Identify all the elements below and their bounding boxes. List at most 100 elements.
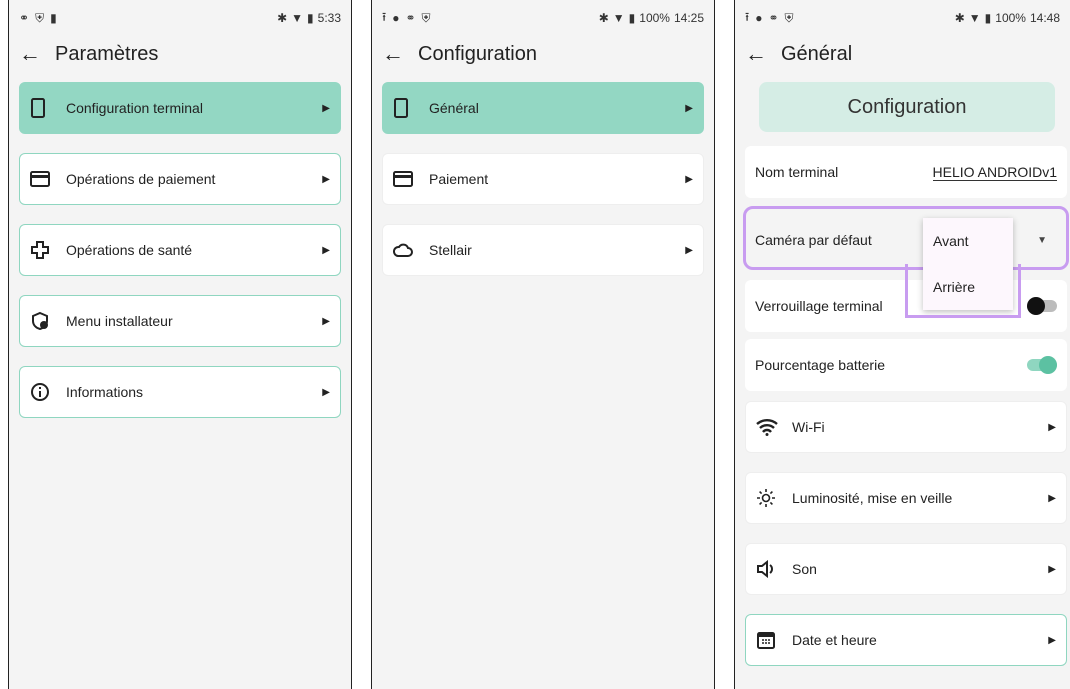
battery-percent: 100% xyxy=(639,11,670,25)
menu-item-label: Date et heure xyxy=(792,632,877,648)
back-arrow-icon[interactable]: ← xyxy=(382,41,418,67)
configuration-screen: ⭱ ● ⚭ ⛨ ✱ ▼ ▮ 100% 14:25 ← Configuration… xyxy=(371,0,715,689)
chevron-right-icon: ▶ xyxy=(322,244,330,256)
wifi-icon: ▼ xyxy=(968,11,981,25)
menu-item-luminosite[interactable]: Luminosité, mise en veille ▶ xyxy=(745,472,1067,524)
chevron-right-icon: ▶ xyxy=(685,244,693,256)
app-icon: ● xyxy=(755,11,763,25)
chevron-right-icon: ▶ xyxy=(322,315,330,327)
dropdown-highlight-frame xyxy=(905,264,1021,318)
chevron-right-icon: ▶ xyxy=(1048,421,1056,433)
back-arrow-icon[interactable]: ← xyxy=(19,41,55,67)
sd-card-icon: ▮ xyxy=(50,11,57,25)
menu-item-configuration-terminal[interactable]: Configuration terminal ▶ xyxy=(19,82,341,134)
battery-toggle[interactable] xyxy=(1027,356,1057,374)
bluetooth-icon: ✱ xyxy=(277,11,288,25)
battery-label: Pourcentage batterie xyxy=(755,357,885,373)
menu-item-label: Opérations de paiement xyxy=(66,171,216,187)
menu-item-label: Général xyxy=(429,100,479,116)
status-time: 14:25 xyxy=(673,11,704,25)
battery-icon: ▮ xyxy=(984,11,992,25)
general-screen: ⭱ ● ⚭ ⛨ ✱ ▼ ▮ 100% 14:48 ← Général Confi… xyxy=(734,0,1070,689)
battery-percent: 100% xyxy=(995,11,1026,25)
chevron-right-icon: ▶ xyxy=(1048,492,1056,504)
shield-icon: ⛨ xyxy=(35,10,45,25)
phone-icon xyxy=(30,98,60,118)
status-time: 5:33 xyxy=(317,11,341,25)
toggle-knob xyxy=(1039,356,1057,374)
menu-item-label: Informations xyxy=(66,384,144,400)
terminal-name-label: Nom terminal xyxy=(755,164,839,180)
menu-item-date-heure[interactable]: Date et heure ▶ xyxy=(745,614,1067,666)
bluetooth-icon: ✱ xyxy=(954,11,965,25)
chevron-right-icon: ▶ xyxy=(685,173,693,185)
page-title: Paramètres xyxy=(55,42,159,65)
chevron-right-icon: ▶ xyxy=(1048,563,1056,575)
menu-item-label: Paiement xyxy=(429,171,489,187)
credit-card-icon xyxy=(30,171,60,187)
page-title: Général xyxy=(781,42,853,65)
speaker-icon xyxy=(756,560,786,578)
cloud-icon xyxy=(393,242,423,258)
wifi-icon: ▼ xyxy=(612,11,625,25)
menu-item-operations-sante[interactable]: Opérations de santé ▶ xyxy=(19,224,341,276)
menu-item-label: Configuration terminal xyxy=(66,100,203,116)
link-icon: ⚭ xyxy=(405,11,416,25)
section-header: Configuration xyxy=(759,82,1055,132)
chevron-right-icon: ▶ xyxy=(322,386,330,398)
upload-icon: ⭱ xyxy=(382,9,387,24)
menu-item-label: Luminosité, mise en veille xyxy=(792,490,953,506)
menu-item-operations-paiement[interactable]: Opérations de paiement ▶ xyxy=(19,153,341,205)
status-bar: ⚭ ⛨ ▮ ✱ ▼ ▮ 5:33 xyxy=(9,0,351,36)
back-arrow-icon[interactable]: ← xyxy=(745,41,781,67)
lock-label: Verrouillage terminal xyxy=(755,298,883,314)
terminal-name-field[interactable]: HELIO ANDROIDv1 xyxy=(932,164,1057,181)
battery-row: Pourcentage batterie xyxy=(745,339,1067,391)
battery-icon: ▮ xyxy=(307,11,314,25)
menu-item-stellair[interactable]: Stellair ▶ xyxy=(382,224,704,276)
menu-item-paiement[interactable]: Paiement ▶ xyxy=(382,153,704,205)
menu-item-label: Son xyxy=(792,561,817,577)
menu-item-label: Stellair xyxy=(429,242,472,258)
shield-icon: ⛨ xyxy=(784,10,794,25)
wifi-icon: ▼ xyxy=(291,11,304,25)
menu-item-wifi[interactable]: Wi-Fi ▶ xyxy=(745,401,1067,453)
battery-icon: ▮ xyxy=(628,11,636,25)
status-time: 14:48 xyxy=(1029,11,1060,25)
chevron-right-icon: ▶ xyxy=(1048,634,1056,646)
menu-item-informations[interactable]: Informations ▶ xyxy=(19,366,341,418)
chevron-right-icon: ▶ xyxy=(322,173,330,185)
camera-option-avant[interactable]: Avant xyxy=(923,218,1013,264)
camera-highlight-frame xyxy=(743,206,1069,270)
menu-item-general[interactable]: Général ▶ xyxy=(382,82,704,134)
link-icon: ⚭ xyxy=(19,11,30,25)
bluetooth-icon: ✱ xyxy=(598,11,609,25)
chevron-right-icon: ▶ xyxy=(322,102,330,114)
page-title: Configuration xyxy=(418,42,537,65)
shield-icon: ⛨ xyxy=(421,10,431,25)
app-bar: ← Paramètres xyxy=(9,36,351,72)
wifi-icon xyxy=(756,418,786,436)
status-bar: ⭱ ● ⚭ ⛨ ✱ ▼ ▮ 100% 14:48 xyxy=(735,0,1070,36)
brightness-icon xyxy=(756,488,786,508)
upload-icon: ⭱ xyxy=(745,9,750,24)
settings-screen: ⚭ ⛨ ▮ ✱ ▼ ▮ 5:33 ← Paramètres Configurat… xyxy=(8,0,352,689)
phone-icon xyxy=(393,98,423,118)
app-bar: ← Général xyxy=(735,36,1070,72)
chevron-right-icon: ▶ xyxy=(685,102,693,114)
credit-card-icon xyxy=(393,171,423,187)
admin-shield-icon xyxy=(30,311,60,331)
menu-item-label: Opérations de santé xyxy=(66,242,193,258)
terminal-name-row: Nom terminal HELIO ANDROIDv1 xyxy=(745,146,1067,198)
lock-toggle[interactable] xyxy=(1027,297,1057,315)
info-icon xyxy=(30,382,60,402)
app-icon: ● xyxy=(392,11,400,25)
menu-item-label: Wi-Fi xyxy=(792,419,825,435)
menu-item-menu-installateur[interactable]: Menu installateur ▶ xyxy=(19,295,341,347)
status-bar: ⭱ ● ⚭ ⛨ ✱ ▼ ▮ 100% 14:25 xyxy=(372,0,714,36)
menu-item-label: Menu installateur xyxy=(66,313,173,329)
medical-cross-icon xyxy=(30,240,60,260)
app-bar: ← Configuration xyxy=(372,36,714,72)
toggle-knob xyxy=(1027,297,1045,315)
menu-item-son[interactable]: Son ▶ xyxy=(745,543,1067,595)
